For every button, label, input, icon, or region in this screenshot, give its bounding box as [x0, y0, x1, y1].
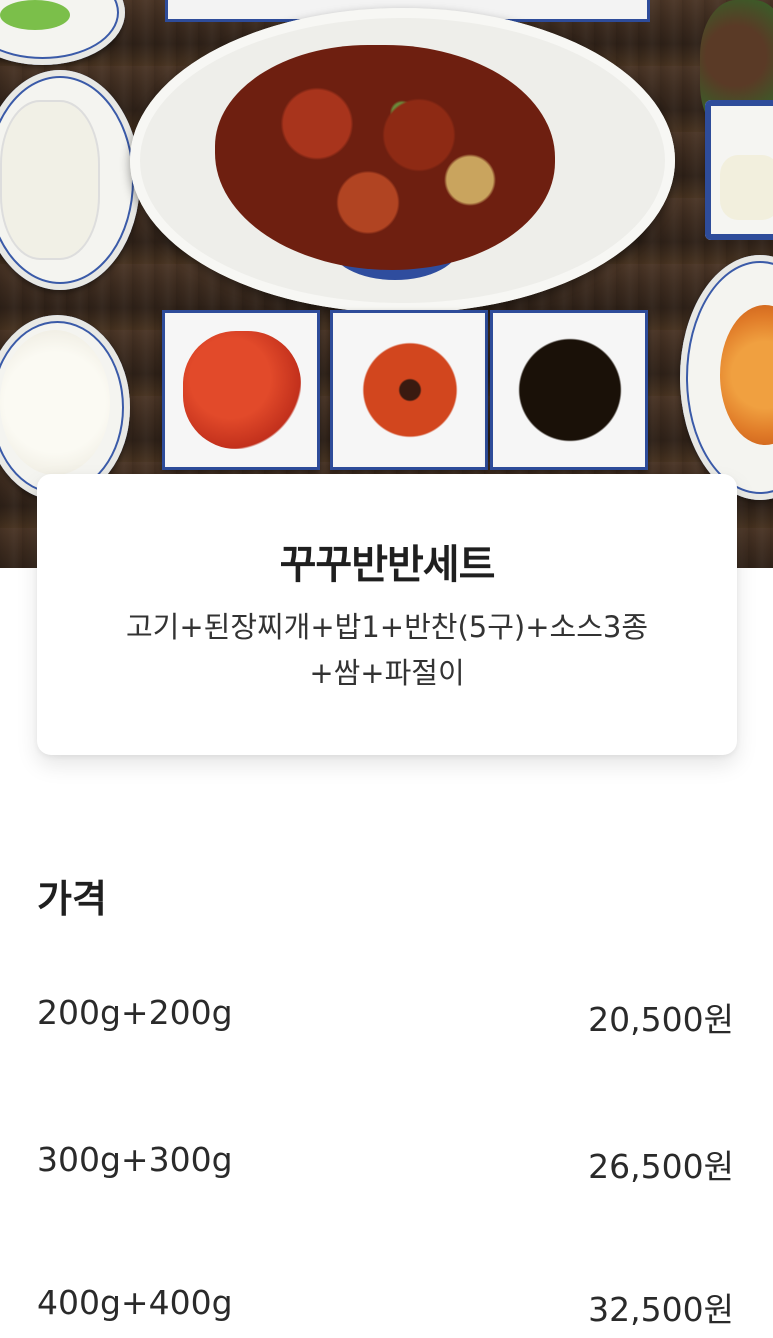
- side-dish-kimchi: [162, 310, 320, 470]
- price-row: 300g+300g 26,500원: [37, 1140, 734, 1190]
- price-weight: 200g+200g: [37, 993, 233, 1032]
- price-weight: 400g+400g: [37, 1283, 233, 1322]
- menu-info-card: 꾸꾸반반세트 고기+된장찌개+밥1+반찬(5구)+소스3종 +쌈+파절이: [37, 474, 737, 755]
- price-amount: 20,500원: [588, 1000, 734, 1039]
- price-row: 200g+200g 20,500원: [37, 993, 734, 1043]
- menu-description-line-1: 고기+된장찌개+밥1+반찬(5구)+소스3종: [125, 610, 649, 644]
- price-weight: 300g+300g: [37, 1140, 233, 1179]
- menu-description-line-2: +쌈+파절이: [309, 656, 465, 690]
- menu-description: 고기+된장찌개+밥1+반찬(5구)+소스3종 +쌈+파절이: [67, 604, 707, 696]
- side-dish-perilla: [490, 310, 648, 470]
- menu-title: 꾸꾸반반세트: [279, 542, 496, 588]
- garlic-plate: [705, 100, 773, 240]
- price-row: 400g+400g 32,500원: [37, 1283, 734, 1333]
- price-amount: 26,500원: [588, 1147, 734, 1186]
- side-dish-radish-strips: [330, 310, 488, 470]
- price-section-title: 가격: [37, 877, 107, 921]
- price-amount: 32,500원: [588, 1290, 734, 1329]
